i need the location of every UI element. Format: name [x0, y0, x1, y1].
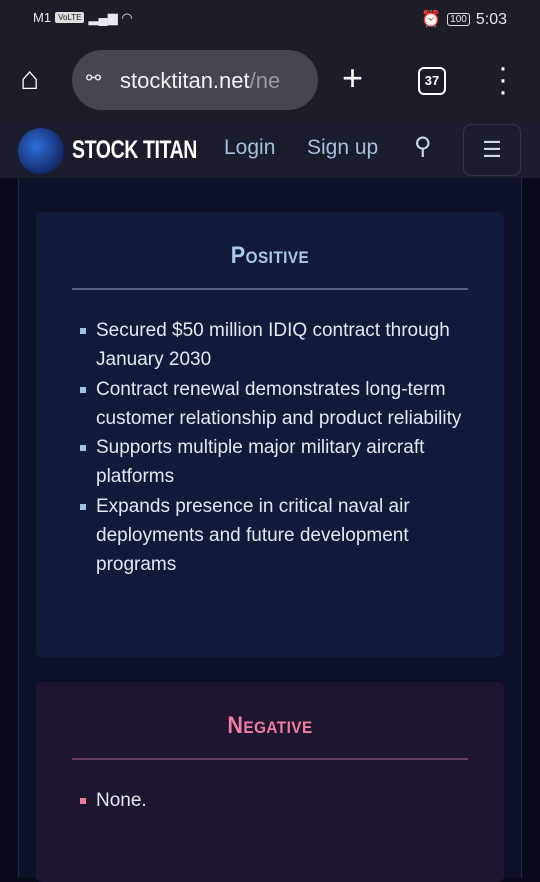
hamburger-menu-icon[interactable]: ☰ [463, 124, 521, 176]
item-text: None. [96, 790, 147, 811]
bullet-icon [80, 503, 86, 510]
login-link[interactable]: Login [224, 136, 275, 160]
tab-switcher-button[interactable]: 37 [418, 67, 446, 95]
home-icon[interactable]: ⌂ [20, 60, 39, 97]
positive-card: Positive Secured $50 million IDIQ contra… [36, 212, 504, 657]
search-icon[interactable]: ⚲ [414, 132, 432, 161]
list-item: Secured $50 million IDIQ contract throug… [80, 316, 468, 375]
list-item: Supports multiple major military aircraf… [80, 433, 468, 492]
positive-list: Secured $50 million IDIQ contract throug… [80, 316, 468, 580]
wifi-icon: ◠ [121, 10, 133, 25]
stock-titan-logo[interactable] [18, 128, 64, 174]
item-text: Secured $50 million IDIQ contract throug… [96, 320, 450, 371]
alarm-icon: ⏰ [421, 11, 442, 28]
list-item: Expands presence in critical naval air d… [80, 492, 468, 580]
brand-name[interactable]: STOCK TITAN [72, 136, 197, 165]
status-bar: M1 VoLTE ▂▄▆ ◠ ⏰ 100 5:03 [0, 0, 540, 38]
item-text: Contract renewal demonstrates long-term … [96, 378, 462, 429]
volte-badge: VoLTE [55, 12, 85, 23]
signup-link[interactable]: Sign up [307, 136, 378, 160]
new-tab-icon[interactable]: + [342, 58, 363, 98]
site-settings-icon[interactable]: ⚯ [86, 68, 101, 89]
bullet-icon [80, 445, 86, 452]
item-text: Supports multiple major military aircraf… [96, 437, 425, 488]
address-bar[interactable]: ⚯ stocktitan.net/ne [72, 50, 318, 110]
signal-icon: ▂▄▆ [88, 10, 118, 25]
carrier: M1 [33, 10, 52, 25]
divider [72, 758, 468, 760]
bullet-icon [80, 798, 86, 804]
battery-icon: 100 [447, 13, 470, 26]
browser-toolbar: ⌂ ⚯ stocktitan.net/ne + 37 · · · [0, 38, 540, 122]
clock: 5:03 [475, 11, 507, 28]
list-item: Contract renewal demonstrates long-term … [80, 375, 468, 434]
url-path: /ne [249, 68, 281, 93]
negative-title: Negative [227, 712, 313, 739]
negative-card: Negative None. [36, 682, 504, 882]
divider [72, 288, 468, 290]
bullet-icon [80, 386, 86, 393]
more-menu-icon[interactable]: · · · [497, 53, 509, 107]
bullet-icon [80, 328, 86, 334]
site-header: STOCK TITAN Login Sign up ⚲ ☰ [0, 122, 540, 178]
positive-title: Positive [230, 242, 310, 269]
list-item: None. [80, 786, 468, 815]
item-text: Expands presence in critical naval air d… [96, 495, 410, 576]
url-host: stocktitan.net [120, 68, 250, 93]
negative-list: None. [80, 786, 468, 815]
